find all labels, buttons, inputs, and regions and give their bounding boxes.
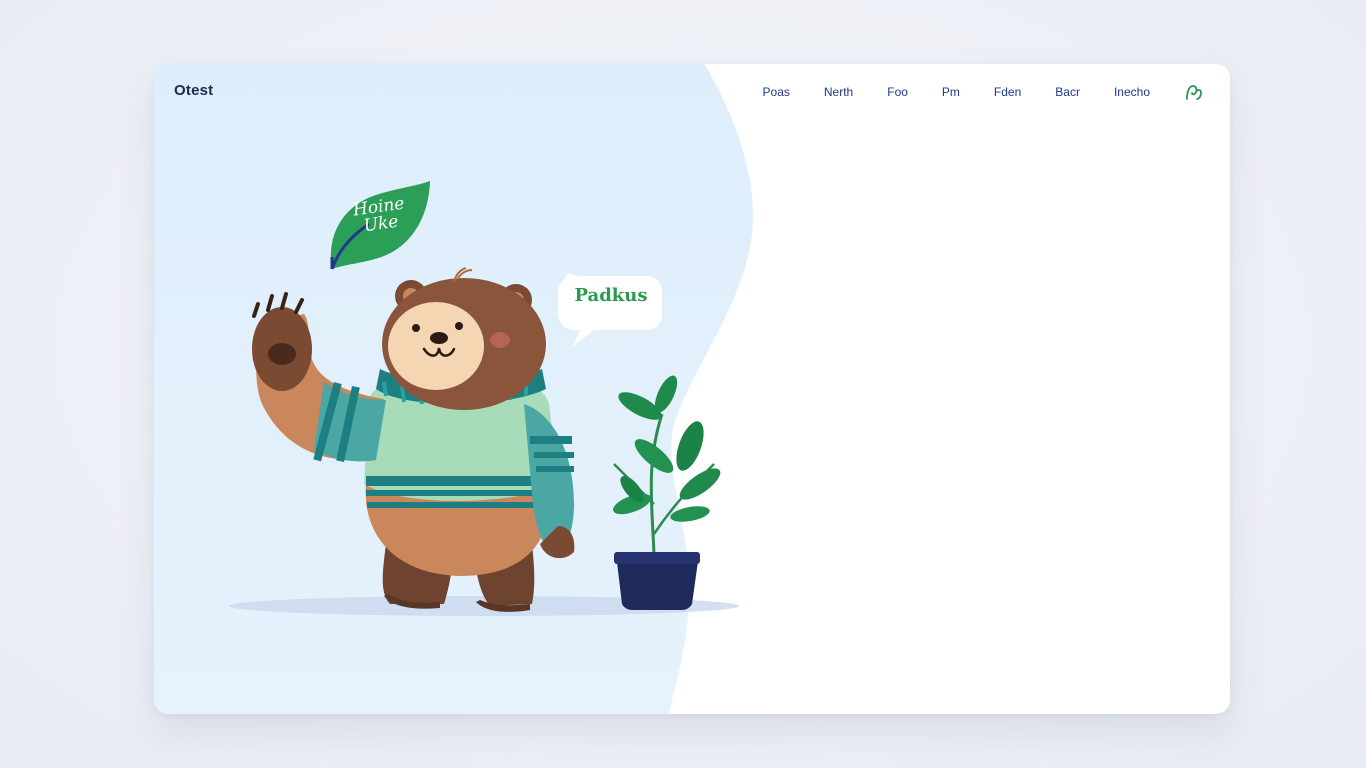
brand-logo[interactable]: Otest xyxy=(174,82,213,99)
nav-item-1[interactable]: Poas xyxy=(763,85,790,99)
nav-item-4[interactable]: Pm xyxy=(942,85,960,99)
nav-item-5[interactable]: Fden xyxy=(994,85,1021,99)
nav-item-6[interactable]: Bacr xyxy=(1055,85,1080,99)
nav-item-7[interactable]: Inecho xyxy=(1114,85,1150,99)
nav-item-2[interactable]: Nerth xyxy=(824,85,853,99)
nav-item-3[interactable]: Foo xyxy=(887,85,908,99)
user-outline-icon[interactable] xyxy=(1184,83,1204,101)
bear-illustration xyxy=(229,181,739,616)
speech-bubble-text: Padkus xyxy=(574,285,648,306)
bear xyxy=(252,267,575,612)
top-nav: Poas Nerth Foo Pm Fden Bacr Inecho xyxy=(763,83,1204,101)
landing-card: Hoine Uke Padkus Otest Poas Nerth Foo Pm… xyxy=(154,64,1230,714)
potted-plant xyxy=(613,375,721,610)
